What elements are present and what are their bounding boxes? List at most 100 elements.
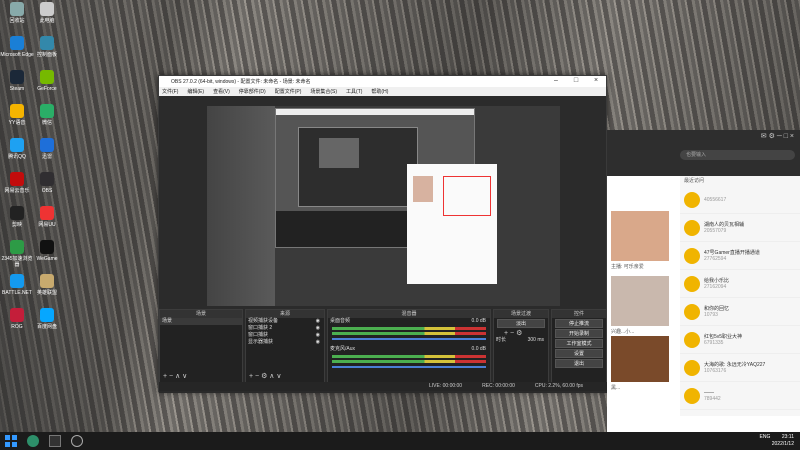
- desktop-icon[interactable]: 2345加速浏览器: [0, 240, 34, 268]
- chat-list-item[interactable]: 大海的歌: 永远无冷YAQ227 10763176: [680, 354, 800, 382]
- stream-thumbnail[interactable]: [611, 336, 669, 382]
- desktop-icon[interactable]: OBS: [30, 172, 64, 194]
- transition-select[interactable]: 淡出: [497, 319, 545, 328]
- scenes-toolbar[interactable]: + − ∧ ∨: [163, 372, 187, 380]
- obs-title: OBS 27.0.2 (64-bit, windows) - 配置文件: 未命名…: [171, 79, 311, 85]
- close-icon[interactable]: ×: [586, 76, 606, 87]
- system-tray[interactable]: ENG 23:11 2022/1/12: [760, 434, 794, 448]
- streaming-app-window[interactable]: ✉ ⚙ ─ □ × 也要输入 主播: 可乐亲爱 兴趣...小... 黑... 最…: [607, 130, 800, 432]
- desktop-icon[interactable]: 微信: [30, 104, 64, 126]
- volume-slider[interactable]: [332, 366, 486, 368]
- menu-tools[interactable]: 工具(T): [346, 88, 362, 95]
- stop-streaming-button[interactable]: 停止推流: [555, 319, 603, 328]
- app-icon: [10, 206, 24, 220]
- desktop-icon[interactable]: 回收站: [0, 2, 34, 24]
- desktop-icon-label: GeForce: [37, 86, 57, 92]
- start-icon[interactable]: [5, 435, 17, 447]
- volume-slider[interactable]: [332, 338, 486, 340]
- settings-button[interactable]: 设置: [555, 349, 603, 358]
- chat-list-item[interactable]: —— 789442: [680, 382, 800, 410]
- desktop-icon[interactable]: 英雄联盟: [30, 274, 64, 296]
- mixer-channel-db: 0.0 dB: [471, 318, 486, 324]
- preview-desktop-strip: [207, 106, 275, 306]
- desktop-icon[interactable]: 腾讯QQ: [0, 138, 34, 160]
- desktop-icon-label: 迅雷: [41, 154, 52, 160]
- chat-item-sub: 10793: [704, 312, 718, 318]
- app-icon: [10, 172, 24, 186]
- desktop-icon[interactable]: BATTLE.NET: [0, 274, 34, 296]
- folder-icon[interactable]: [49, 435, 61, 447]
- video-feed[interactable]: 主播: 可乐亲爱 兴趣...小... 黑...: [607, 176, 680, 416]
- menu-file[interactable]: 文件(F): [162, 88, 178, 95]
- search-input[interactable]: 也要输入: [680, 150, 795, 160]
- chat-list-item[interactable]: 给我小乐比 27162094: [680, 270, 800, 298]
- studio-mode-button[interactable]: 工作室模式: [555, 339, 603, 348]
- obs-preview[interactable]: [207, 106, 560, 306]
- clock-date: 2022/1/12: [771, 441, 794, 447]
- stream-thumbnail[interactable]: [611, 211, 669, 261]
- menu-help[interactable]: 帮助(H): [371, 88, 388, 95]
- desktop-icon-label: OBS: [41, 188, 53, 194]
- desktop-icon[interactable]: 百度网盘: [30, 308, 64, 330]
- edge-icon[interactable]: [27, 435, 39, 447]
- sources-toolbar[interactable]: + − ⚙ ∧ ∨: [249, 372, 281, 380]
- duration-value[interactable]: 300 ms: [528, 337, 544, 344]
- desktop-icon[interactable]: 网易云音乐: [0, 172, 34, 194]
- app-icon: [40, 104, 54, 118]
- desktop-icon[interactable]: 剪映: [0, 206, 34, 228]
- desktop-icon[interactable]: 迅雷: [30, 138, 64, 160]
- obs-title-bar[interactable]: OBS 27.0.2 (64-bit, windows) - 配置文件: 未命名…: [159, 76, 606, 87]
- menu-scene-collection[interactable]: 场景集合(S): [310, 88, 337, 95]
- chat-list-item[interactable]: 红包5v5职业大神 6791335: [680, 326, 800, 354]
- desktop-icon[interactable]: 控制面板: [30, 36, 64, 58]
- source-item[interactable]: 窗口捕获 ◉: [246, 332, 324, 339]
- chat-list-item[interactable]: 和你的回忆 10793: [680, 298, 800, 326]
- desktop-icon[interactable]: 网易UU: [30, 206, 64, 228]
- eye-icon[interactable]: ◉: [316, 318, 320, 325]
- menu-docks[interactable]: 停靠部件(D): [239, 88, 266, 95]
- avatar: [684, 387, 700, 404]
- chat-list-item[interactable]: 47号Gamer直播开播通道 27762594: [680, 242, 800, 270]
- exit-button[interactable]: 退出: [555, 359, 603, 368]
- chat-list-item[interactable]: 40556617: [680, 186, 800, 214]
- transition-duration[interactable]: 时长 300 ms: [494, 337, 548, 344]
- desktop-icon-label: WeGame: [36, 256, 58, 262]
- mixer-title: 混音器: [328, 310, 490, 318]
- desktop-icon-label: 2345加速浏览器: [1, 256, 33, 268]
- scene-item[interactable]: 场景: [160, 318, 242, 325]
- desktop-icon[interactable]: Microsoft Edge: [0, 36, 34, 58]
- obs-window[interactable]: OBS 27.0.2 (64-bit, windows) - 配置文件: 未命名…: [158, 75, 608, 393]
- desktop-icon[interactable]: Steam: [0, 70, 34, 92]
- menu-profile[interactable]: 配置文件(P): [275, 88, 302, 95]
- source-item[interactable]: 窗口捕获 2 ◉: [246, 325, 324, 332]
- source-item[interactable]: 视频捕获设备 ◉: [246, 318, 324, 325]
- app-icon: [40, 172, 54, 186]
- transition-toolbar[interactable]: + − ⚙: [494, 329, 548, 337]
- controls-title: 控件: [552, 310, 606, 318]
- chat-item-text: 湖南人的贝瓦相辅 20557079: [704, 221, 744, 234]
- desktop-icon[interactable]: GeForce: [30, 70, 64, 92]
- chat-item-text: 40556617: [704, 197, 726, 203]
- desktop-icon[interactable]: YY语音: [0, 104, 34, 126]
- eye-icon[interactable]: ◉: [316, 325, 320, 332]
- eye-icon[interactable]: ◉: [316, 339, 320, 346]
- desktop-icon[interactable]: 此电脑: [30, 2, 64, 24]
- stream-thumbnail[interactable]: [611, 276, 669, 326]
- maximize-icon[interactable]: □: [566, 76, 586, 87]
- menu-edit[interactable]: 编辑(E): [187, 88, 204, 95]
- desktop-icon[interactable]: WeGame: [30, 240, 64, 262]
- chat-list-item[interactable]: 湖南人的贝瓦相辅 20557079: [680, 214, 800, 242]
- source-item[interactable]: 显示器捕获 ◉: [246, 339, 324, 346]
- lang-indicator[interactable]: ENG: [760, 434, 771, 440]
- eye-icon[interactable]: ◉: [316, 332, 320, 339]
- obs-icon[interactable]: [71, 435, 83, 447]
- volume-meter: [332, 355, 486, 358]
- minimize-icon[interactable]: –: [546, 76, 566, 87]
- start-recording-button[interactable]: 开始录制: [555, 329, 603, 338]
- duration-label: 时长: [496, 337, 507, 343]
- window-controls[interactable]: ✉ ⚙ ─ □ ×: [761, 132, 794, 140]
- menu-view[interactable]: 查看(V): [213, 88, 230, 95]
- desktop-icon-label: 百度网盘: [36, 324, 57, 330]
- app-icon: [10, 240, 24, 254]
- desktop-icon[interactable]: ROG: [0, 308, 34, 330]
